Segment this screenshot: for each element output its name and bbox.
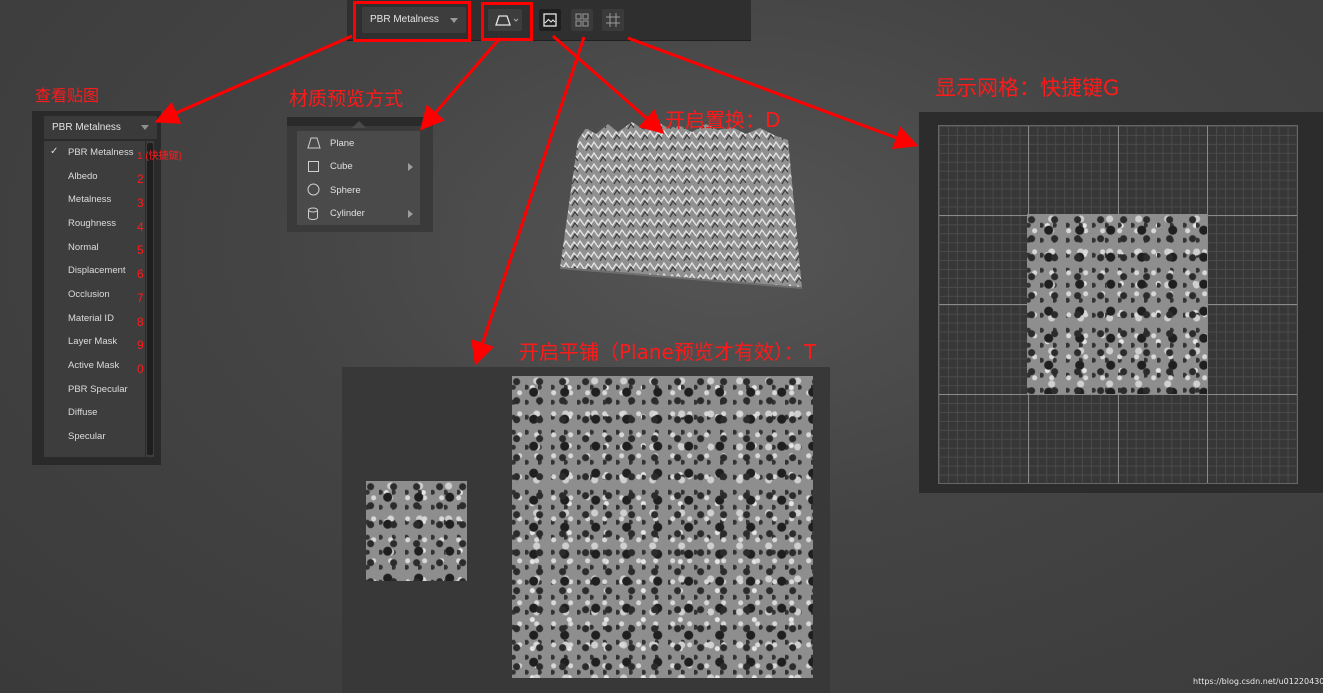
material-preview-single — [366, 481, 467, 581]
sphere-icon — [307, 183, 320, 196]
annotation-tiling: 开启平铺（Plane预览才有效）：T — [519, 340, 817, 364]
watermark-text: https://blog.csdn.net/u012204304 — [1193, 677, 1323, 686]
highlight-material-select — [353, 1, 471, 42]
checkmark-icon: ✓ — [50, 146, 59, 157]
map-item-displacement[interactable]: Displacement — [68, 264, 126, 278]
map-item-specular[interactable]: Specular — [68, 430, 106, 444]
shortcut-number: 8 — [137, 315, 144, 329]
map-item-pbr-metalness[interactable]: PBR Metalness — [68, 146, 133, 160]
shortcut-number: 0 — [137, 362, 144, 376]
shortcut-number: 9 — [137, 338, 144, 352]
tile-icon — [575, 13, 589, 27]
map-item-albedo[interactable]: Albedo — [68, 170, 98, 184]
shortcut-number: 3 — [137, 196, 144, 210]
tiling-toggle-button[interactable] — [571, 9, 593, 31]
map-view-select[interactable]: PBR Metalness — [44, 116, 157, 139]
shortcut-number: 1 (快捷键) — [137, 151, 182, 162]
shortcut-number: 6 — [137, 267, 144, 281]
submenu-arrow-icon — [408, 163, 413, 171]
shape-item-cube[interactable]: Cube — [330, 160, 353, 174]
material-preview-tiled — [512, 376, 813, 678]
displaced-plane-preview — [559, 120, 803, 289]
map-item-roughness[interactable]: Roughness — [68, 217, 116, 231]
map-item-occlusion[interactable]: Occlusion — [68, 288, 110, 302]
map-item-normal[interactable]: Normal — [68, 241, 99, 255]
cube-icon — [308, 161, 319, 172]
map-view-select-label: PBR Metalness — [52, 122, 121, 133]
plane-icon — [307, 137, 321, 149]
map-item-layer-mask[interactable]: Layer Mask — [68, 335, 117, 349]
highlight-preview-shape — [481, 2, 533, 41]
cylinder-icon — [308, 207, 318, 220]
map-item-active-mask[interactable]: Active Mask — [68, 359, 119, 373]
shortcut-number: 7 — [137, 291, 144, 305]
displacement-toggle-button[interactable] — [539, 9, 561, 31]
shape-item-sphere[interactable]: Sphere — [330, 184, 361, 198]
annotation-view-map: 查看贴图 — [35, 86, 100, 105]
grid-toggle-button[interactable] — [602, 9, 624, 31]
scrollbar-thumb[interactable] — [147, 143, 153, 455]
map-item-pbr-specular[interactable]: PBR Specular — [68, 383, 128, 397]
map-item-metalness[interactable]: Metalness — [68, 193, 111, 207]
material-preview-plane — [1027, 214, 1207, 394]
panel-pointer — [352, 121, 366, 128]
map-item-material-id[interactable]: Material ID — [68, 312, 114, 326]
grid-major-line — [939, 394, 1297, 395]
chevron-down-icon — [141, 125, 149, 130]
image-icon — [543, 13, 557, 27]
shortcut-number: 2 — [137, 172, 144, 186]
map-view-scrollbar[interactable] — [146, 141, 154, 457]
annotation-preview-mode: 材质预览方式 — [289, 88, 404, 110]
shortcut-number: 4 — [137, 220, 144, 234]
map-item-diffuse[interactable]: Diffuse — [68, 406, 97, 420]
arrow-to-shape-menu — [420, 37, 502, 131]
submenu-arrow-icon — [408, 210, 413, 218]
grid-icon — [606, 13, 620, 27]
annotation-grid: 显示网格：快捷键G — [935, 76, 1120, 100]
shape-item-plane[interactable]: Plane — [330, 137, 354, 151]
shape-item-cylinder[interactable]: Cylinder — [330, 207, 365, 221]
arrow-to-displacement — [552, 34, 665, 134]
shortcut-number: 5 — [137, 243, 144, 257]
annotation-displacement: 开启置换：D — [665, 108, 781, 132]
